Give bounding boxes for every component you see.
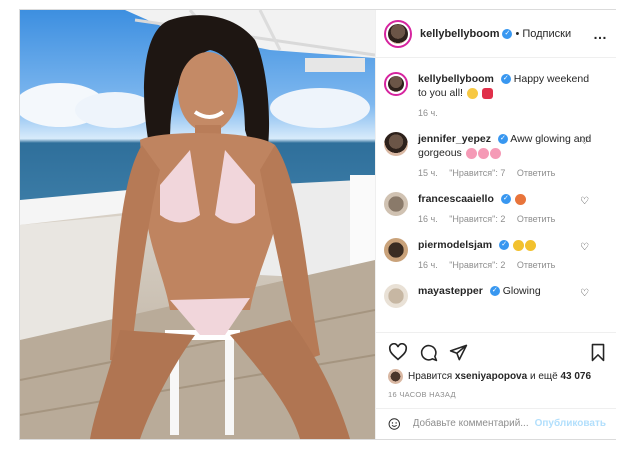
like-heart-icon[interactable] [388, 343, 408, 361]
comment-meta: 16 ч. "Нравится": 2 Ответить [418, 212, 593, 226]
liker-username[interactable]: xseniyapopova [455, 371, 527, 382]
post-actions: Нравится xseniyapopova и ещё 43 076 16 Ч… [376, 332, 616, 399]
comment-likes[interactable]: "Нравится": 2 [449, 260, 505, 270]
comment-body: jennifer_yepez ✓ Aww glowing and gorgeous… [418, 132, 593, 180]
verified-icon: ✓ [489, 286, 500, 297]
post-side-panel: kellybellyboom ✓ • Подписки … kellybelly… [375, 10, 616, 439]
comment-body: francescaaiello ✓ 16 ч. "Нравится": 2 Отв… [418, 192, 593, 226]
caption-time[interactable]: 16 ч. [418, 108, 438, 118]
reply-button[interactable]: Ответить [517, 214, 555, 224]
comment-body: piermodelsjam ✓ 16 ч. "Нравится": 2 Ответ… [418, 238, 593, 272]
comment-time[interactable]: 16 ч. [418, 260, 438, 270]
flower-emoji-icon [465, 147, 477, 159]
comment-time[interactable]: 16 ч. [418, 214, 438, 224]
caption-avatar[interactable] [384, 72, 408, 96]
post-modal: kellybellyboom ✓ • Подписки … kellybelly… [19, 9, 616, 440]
caption-author[interactable]: kellybellyboom [418, 73, 494, 85]
comments-list[interactable]: kellybellyboom ✓ Happy weekend to you all… [376, 58, 616, 328]
sparkle-emoji-icon [525, 239, 537, 251]
likes-middle: и ещё [529, 371, 558, 382]
comment-item: jennifer_yepez ✓ Aww glowing and gorgeous… [384, 132, 608, 180]
comment-time[interactable]: 15 ч. [418, 168, 438, 178]
like-comment-heart-icon[interactable]: ♡ [580, 288, 590, 299]
action-icons [388, 339, 606, 365]
author-avatar[interactable] [384, 19, 412, 48]
photo-illustration [20, 10, 375, 439]
reply-button[interactable]: Ответить [517, 260, 555, 270]
comment-author[interactable]: francescaaiello [418, 193, 494, 205]
comment-item: francescaaiello ✓ 16 ч. "Нравится": 2 Отв… [384, 192, 608, 226]
commenter-avatar[interactable] [384, 238, 408, 262]
heart-emoji-icon [481, 87, 493, 99]
comment-likes[interactable]: "Нравится": 2 [449, 214, 505, 224]
commenter-avatar[interactable] [384, 192, 408, 216]
reply-button[interactable]: Ответить [517, 168, 555, 178]
follow-separator: • [515, 27, 520, 40]
like-comment-heart-icon[interactable]: ♡ [580, 136, 590, 147]
like-comment-heart-icon[interactable]: ♡ [580, 242, 590, 253]
likes-summary: Нравится xseniyapopova и ещё 43 076 [388, 369, 606, 384]
caption-meta: 16 ч. [418, 106, 593, 120]
liker-avatar[interactable] [388, 369, 403, 384]
comment-item: piermodelsjam ✓ 16 ч. "Нравится": 2 Ответ… [384, 238, 608, 272]
author-username[interactable]: kellybellyboom [420, 28, 499, 40]
following-button[interactable]: Подписки [522, 28, 571, 40]
comment-likes[interactable]: "Нравится": 7 [449, 168, 505, 178]
post-photo[interactable] [20, 10, 375, 439]
comment-author[interactable]: jennifer_yepez [418, 133, 491, 145]
comment-text: Glowing [502, 285, 541, 297]
verified-icon: ✓ [499, 240, 510, 251]
smile-emoji-icon [466, 87, 478, 99]
add-comment-bar: Опубликовать [376, 408, 616, 438]
comment-author[interactable]: mayastepper [418, 285, 483, 297]
caption-body: kellybellyboom ✓ Happy weekend to you all… [418, 72, 593, 120]
verified-icon: ✓ [497, 134, 508, 145]
likes-prefix: Нравится [408, 371, 453, 382]
comment-bubble-icon[interactable] [419, 343, 438, 362]
bookmark-icon[interactable] [590, 343, 606, 362]
comment-body: mayastepper ✓ Glowing [418, 284, 593, 298]
heart-eyes-emoji-icon [514, 193, 526, 205]
comment-meta: 15 ч. "Нравится": 7 Ответить [418, 166, 593, 180]
caption: kellybellyboom ✓ Happy weekend to you all… [384, 72, 608, 120]
verified-icon: ✓ [500, 74, 511, 85]
emoji-picker-icon[interactable] [388, 415, 401, 433]
comment-author[interactable]: piermodelsjam [418, 239, 492, 251]
post-header: kellybellyboom ✓ • Подписки … [376, 10, 616, 58]
comment-meta: 16 ч. "Нравится": 2 Ответить [418, 258, 593, 272]
flower-emoji-icon [489, 147, 501, 159]
more-options-icon[interactable]: … [593, 26, 608, 42]
like-comment-heart-icon[interactable]: ♡ [580, 196, 590, 207]
publish-button[interactable]: Опубликовать [535, 418, 606, 429]
post-timestamp[interactable]: 16 ЧАСОВ НАЗАД [388, 390, 606, 399]
commenter-avatar[interactable] [384, 284, 408, 308]
comment-input[interactable] [410, 417, 535, 430]
share-direct-icon[interactable] [449, 343, 468, 362]
likes-count[interactable]: 43 076 [560, 371, 591, 382]
verified-icon: ✓ [500, 194, 511, 205]
sparkle-emoji-icon [513, 239, 525, 251]
commenter-avatar[interactable] [384, 132, 408, 156]
verified-icon: ✓ [502, 28, 513, 39]
comment-item: mayastepper ✓ Glowing ♡ [384, 284, 608, 308]
flower-emoji-icon [477, 147, 489, 159]
